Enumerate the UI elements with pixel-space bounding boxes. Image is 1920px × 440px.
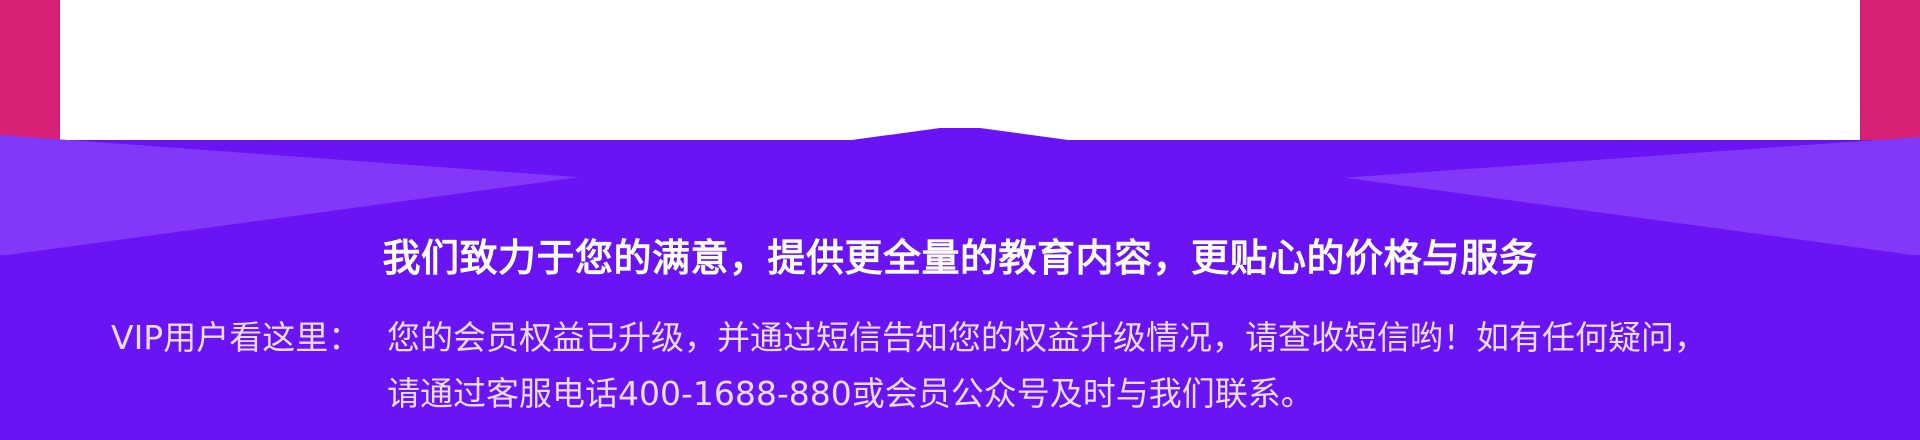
notice-line-1: 您的会员权益已升级，并通过短信告知您的权益升级情况，请查收短信哟！如有任何疑问， [387, 318, 1707, 357]
left-pink-stripe [0, 0, 62, 140]
white-content-panel [60, 0, 1860, 140]
notice-line-2: 请通过客服电话400-1688-880或会员公众号及时与我们联系。 [387, 374, 1314, 413]
vip-notice-banner: 我们致力于您的满意，提供更全量的教育内容，更贴心的价格与服务 VIP用户看这里：… [0, 0, 1920, 440]
vip-notice: VIP用户看这里： 您的会员权益已升级，并通过短信告知您的权益升级情况，请查收短… [111, 310, 1871, 422]
notice-first-row: VIP用户看这里： 您的会员权益已升级，并通过短信告知您的权益升级情况，请查收短… [111, 310, 1871, 366]
notice-label: VIP用户看这里： [111, 318, 362, 357]
notice-second-row: 请通过客服电话400-1688-880或会员公众号及时与我们联系。 [111, 366, 1871, 422]
banner-headline: 我们致力于您的满意，提供更全量的教育内容，更贴心的价格与服务 [382, 236, 1538, 280]
right-pink-stripe [1858, 0, 1920, 140]
